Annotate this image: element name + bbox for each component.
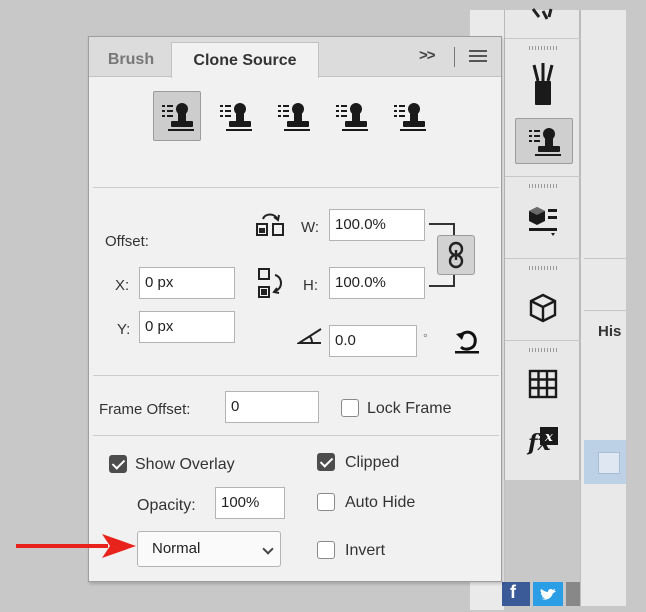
panel-tab-bar: Brush Clone Source >> bbox=[89, 37, 501, 78]
panel-dock-toolbar: fx x bbox=[504, 8, 581, 480]
clipped-label: Clipped bbox=[345, 454, 400, 471]
panel-menu-icon[interactable] bbox=[469, 50, 487, 64]
width-scale-input[interactable]: 100.0% bbox=[329, 209, 425, 241]
rotation-angle-input[interactable]: 0.0 bbox=[329, 325, 417, 357]
twitter-icon bbox=[533, 582, 563, 606]
overlay-opacity-input[interactable]: 100% bbox=[215, 487, 285, 519]
frame-offset-label: Frame Offset: bbox=[99, 401, 191, 418]
annotation-arrow-icon bbox=[16, 534, 136, 558]
clone-source-stamp-icon bbox=[220, 103, 252, 131]
frame-offset-input[interactable]: 0 bbox=[225, 391, 319, 423]
offset-x-input[interactable]: 0 px bbox=[139, 267, 235, 299]
clone-source-5-button[interactable] bbox=[385, 91, 433, 141]
x-label: X: bbox=[115, 277, 130, 294]
y-label: Y: bbox=[117, 321, 131, 338]
flip-horizontal-icon[interactable] bbox=[255, 211, 285, 237]
divider bbox=[93, 375, 499, 376]
clone-source-1-button[interactable] bbox=[153, 91, 201, 141]
clone-source-2-button[interactable] bbox=[211, 91, 259, 141]
overlay-blend-mode-select[interactable]: Normal bbox=[137, 531, 281, 567]
lock-frame-checkbox[interactable] bbox=[341, 399, 359, 417]
clone-source-stamp-icon bbox=[336, 103, 368, 131]
chevron-down-icon bbox=[262, 543, 274, 555]
3d-cube-icon[interactable] bbox=[525, 286, 561, 330]
show-overlay-checkbox[interactable] bbox=[109, 455, 127, 473]
social-icon bbox=[566, 582, 580, 606]
invert-checkbox[interactable] bbox=[317, 541, 335, 559]
facebook-icon: f bbox=[502, 582, 530, 606]
history-tab[interactable]: His bbox=[598, 323, 621, 340]
blend-mode-value: Normal bbox=[152, 540, 201, 557]
clone-source-panel-button[interactable] bbox=[515, 118, 573, 164]
partial-tool-icon[interactable] bbox=[527, 4, 559, 26]
clone-source-stamp-icon bbox=[394, 103, 426, 131]
history-snapshot-checkbox[interactable] bbox=[598, 452, 620, 474]
rotation-angle-icon bbox=[295, 327, 323, 347]
clone-source-3-button[interactable] bbox=[269, 91, 317, 141]
offset-y-input[interactable]: 0 px bbox=[139, 311, 235, 343]
opacity-label: Opacity: bbox=[137, 497, 196, 514]
svg-text:x: x bbox=[544, 430, 553, 445]
divider bbox=[584, 258, 626, 259]
clone-source-4-button[interactable] bbox=[327, 91, 375, 141]
styles-fx-icon[interactable]: fx x bbox=[523, 420, 563, 460]
clone-source-panel: Brush Clone Source >> Offset: W: 100.0% … bbox=[88, 36, 502, 582]
tab-clone-source[interactable]: Clone Source bbox=[171, 42, 319, 78]
flip-vertical-icon[interactable] bbox=[257, 267, 287, 301]
tab-brush[interactable]: Brush bbox=[93, 43, 169, 77]
offset-label: Offset: bbox=[105, 233, 149, 250]
lock-frame-label: Lock Frame bbox=[367, 400, 452, 417]
divider bbox=[93, 435, 499, 436]
show-overlay-label: Show Overlay bbox=[135, 456, 235, 473]
clipped-checkbox[interactable] bbox=[317, 453, 335, 471]
maintain-aspect-ratio-button[interactable] bbox=[437, 235, 475, 275]
properties-3d-icon[interactable] bbox=[525, 198, 561, 242]
reset-transform-icon[interactable] bbox=[453, 327, 481, 355]
expand-panels-button[interactable]: >> bbox=[419, 47, 436, 64]
height-scale-input[interactable]: 100.0% bbox=[329, 267, 425, 299]
clone-source-stamp-icon bbox=[278, 103, 310, 131]
clone-source-stamp-icon bbox=[162, 103, 194, 131]
invert-label: Invert bbox=[345, 542, 386, 559]
brush-presets-icon[interactable] bbox=[525, 58, 561, 110]
auto-hide-checkbox[interactable] bbox=[317, 493, 335, 511]
divider bbox=[93, 187, 499, 188]
auto-hide-label: Auto Hide bbox=[345, 494, 416, 511]
height-label: H: bbox=[303, 277, 318, 294]
divider bbox=[454, 47, 455, 67]
timeline-grid-icon[interactable] bbox=[525, 364, 561, 404]
history-panel-area bbox=[580, 10, 626, 606]
chain-link-icon bbox=[448, 241, 464, 269]
degree-symbol: ° bbox=[423, 331, 428, 345]
width-label: W: bbox=[301, 219, 320, 236]
divider bbox=[584, 310, 626, 311]
